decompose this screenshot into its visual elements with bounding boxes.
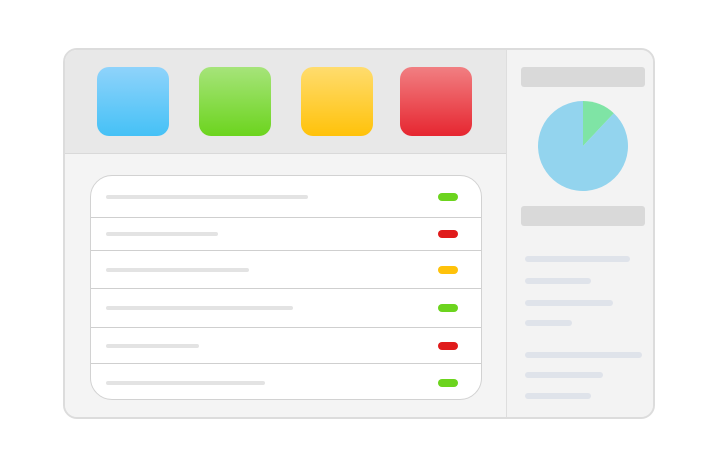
item-text-placeholder: [106, 194, 308, 199]
sidebar-divider-bar: [521, 206, 645, 226]
yellow-tile[interactable]: [301, 67, 373, 136]
list-card: [90, 175, 482, 400]
red-tile[interactable]: [400, 67, 472, 136]
status-pill: [438, 378, 458, 387]
main-panel: [65, 50, 507, 417]
list-item[interactable]: [91, 251, 481, 289]
sidebar-header-bar: [521, 67, 645, 87]
toolbar: [65, 50, 506, 154]
item-text-placeholder: [106, 267, 249, 272]
list-item[interactable]: [91, 364, 481, 399]
sidebar: [507, 50, 653, 417]
sidebar-text-placeholder: [525, 352, 642, 358]
status-pill: [438, 230, 458, 238]
green-tile[interactable]: [199, 67, 271, 136]
item-text-placeholder: [106, 232, 218, 236]
item-text-placeholder: [106, 343, 199, 348]
pie-slice: [538, 101, 628, 191]
status-pill: [438, 265, 458, 274]
item-text-placeholder: [106, 380, 265, 385]
status-pill: [438, 341, 458, 350]
list-item[interactable]: [91, 218, 481, 251]
list-item[interactable]: [91, 176, 481, 218]
pie-chart: [538, 101, 628, 191]
sidebar-text-placeholder: [525, 256, 630, 262]
list-item[interactable]: [91, 289, 481, 328]
status-pill: [438, 192, 458, 201]
sidebar-text-placeholder: [525, 300, 613, 306]
sidebar-text-placeholder: [525, 372, 603, 378]
sidebar-text-placeholder: [525, 393, 591, 399]
status-pill: [438, 304, 458, 312]
item-text-placeholder: [106, 306, 293, 310]
app-window: [63, 48, 655, 419]
sidebar-text-placeholder: [525, 320, 572, 326]
list-item[interactable]: [91, 328, 481, 364]
sidebar-text-placeholder: [525, 278, 591, 284]
blue-tile[interactable]: [97, 67, 169, 136]
